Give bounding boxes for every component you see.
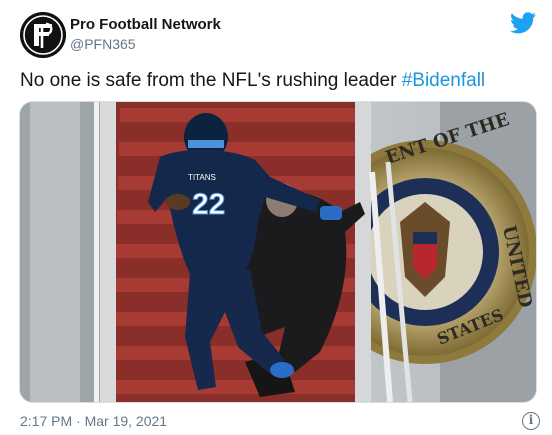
- display-name[interactable]: Pro Football Network: [70, 16, 221, 33]
- info-icon[interactable]: i: [522, 412, 540, 430]
- twitter-bird-icon[interactable]: [510, 12, 536, 38]
- tweet-text-body: No one is safe from the NFL's rushing le…: [20, 70, 402, 91]
- media-illustration: ENT OF THE UNITED STATES 22 TITANS: [20, 102, 536, 402]
- pfn-logo-avatar[interactable]: [20, 12, 66, 58]
- tweet-header: Pro Football Network @PFN365: [16, 10, 536, 60]
- tweet-footer: 2:17 PM · Mar 19, 2021 i: [20, 412, 540, 432]
- tweet-media-image[interactable]: ENT OF THE UNITED STATES 22 TITANS: [19, 101, 537, 403]
- jersey-brand: TITANS: [188, 173, 216, 182]
- jersey-number: 22: [192, 188, 225, 221]
- tweet-timestamp[interactable]: 2:17 PM · Mar 19, 2021: [20, 413, 167, 429]
- hashtag-link[interactable]: #Bidenfall: [402, 70, 485, 91]
- tweet-card: Pro Football Network @PFN365 No one is s…: [0, 0, 552, 435]
- account-handle[interactable]: @PFN365: [70, 36, 136, 52]
- pfn-logo-icon: [20, 12, 66, 58]
- tweet-text: No one is safe from the NFL's rushing le…: [20, 69, 540, 93]
